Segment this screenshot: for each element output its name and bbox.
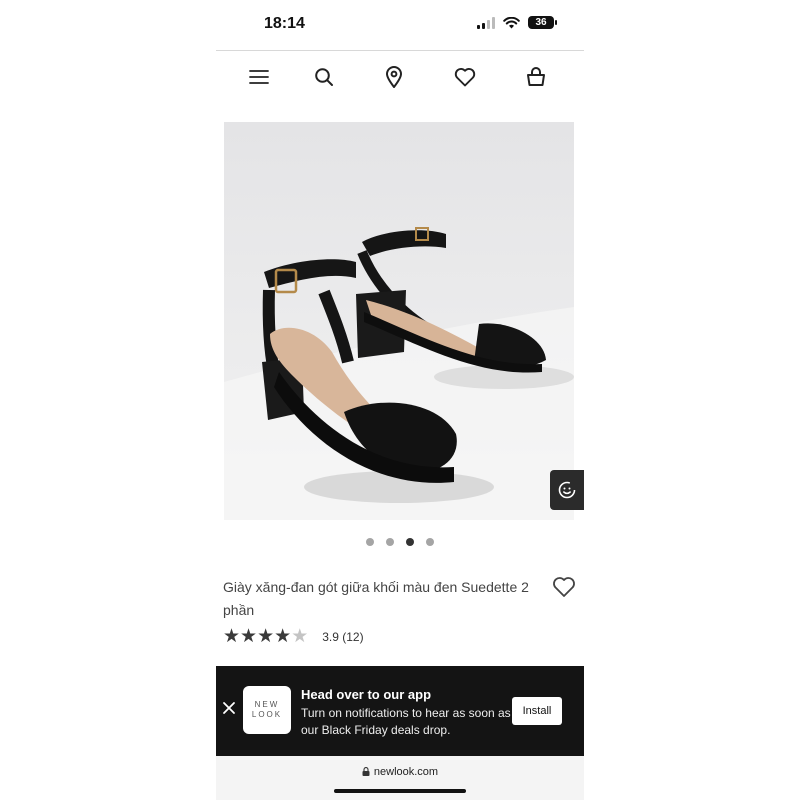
- menu-icon[interactable]: [246, 64, 272, 90]
- star-filled-icon: ★: [274, 626, 292, 647]
- header-divider: [216, 50, 584, 51]
- app-promo-banner: NEW LOOK Head over to our app Turn on no…: [216, 666, 584, 756]
- install-button[interactable]: Install: [512, 697, 562, 725]
- product-image[interactable]: [224, 122, 574, 520]
- search-icon[interactable]: [311, 64, 337, 90]
- rating-stars: ★ ★ ★ ★ ★: [223, 627, 308, 647]
- signal-icon: [477, 16, 495, 29]
- status-time: 18:14: [264, 15, 305, 32]
- star-filled-icon: ★: [223, 626, 241, 647]
- browser-url-bar[interactable]: newlook.com: [216, 756, 584, 800]
- rating-text: 3.9 (12): [322, 630, 364, 644]
- smiley-icon: [558, 481, 576, 499]
- star-filled-icon: ★: [240, 626, 258, 647]
- wishlist-heart-icon[interactable]: [552, 576, 576, 600]
- banner-body: Turn on notifications to hear as soon as…: [301, 706, 511, 737]
- bag-icon[interactable]: [523, 64, 549, 90]
- close-icon[interactable]: [221, 700, 237, 716]
- status-bar: 18:14 36: [216, 0, 584, 50]
- product-rating[interactable]: ★ ★ ★ ★ ★ 3.9 (12): [223, 627, 364, 647]
- product-title: Giày xăng-đan gót giữa khối màu đen Sued…: [223, 579, 529, 618]
- heart-icon[interactable]: [452, 64, 478, 90]
- logo-line-1: NEW: [254, 700, 280, 709]
- lock-icon: [362, 767, 370, 776]
- star-empty-icon: ★: [291, 626, 309, 647]
- feedback-button[interactable]: [550, 470, 584, 510]
- url-text: newlook.com: [373, 766, 439, 778]
- home-indicator: [334, 789, 466, 793]
- location-pin-icon[interactable]: [381, 64, 407, 90]
- logo-line-2: LOOK: [251, 710, 283, 719]
- carousel-dot[interactable]: [406, 538, 414, 546]
- phone-screen: 18:14 36 Giày xăng-đan gót giữa khối màu…: [216, 0, 584, 800]
- top-nav: [216, 60, 584, 92]
- carousel-dot[interactable]: [386, 538, 394, 546]
- carousel-dot[interactable]: [426, 538, 434, 546]
- carousel-dot[interactable]: [366, 538, 374, 546]
- battery-icon: 36: [528, 16, 557, 29]
- carousel-dots: [216, 538, 584, 546]
- url-display: newlook.com: [216, 766, 584, 778]
- wifi-icon: [503, 16, 520, 28]
- status-icons: 36: [477, 16, 557, 29]
- star-filled-icon: ★: [257, 626, 275, 647]
- banner-title: Head over to our app: [301, 687, 432, 702]
- app-logo: NEW LOOK: [243, 686, 291, 734]
